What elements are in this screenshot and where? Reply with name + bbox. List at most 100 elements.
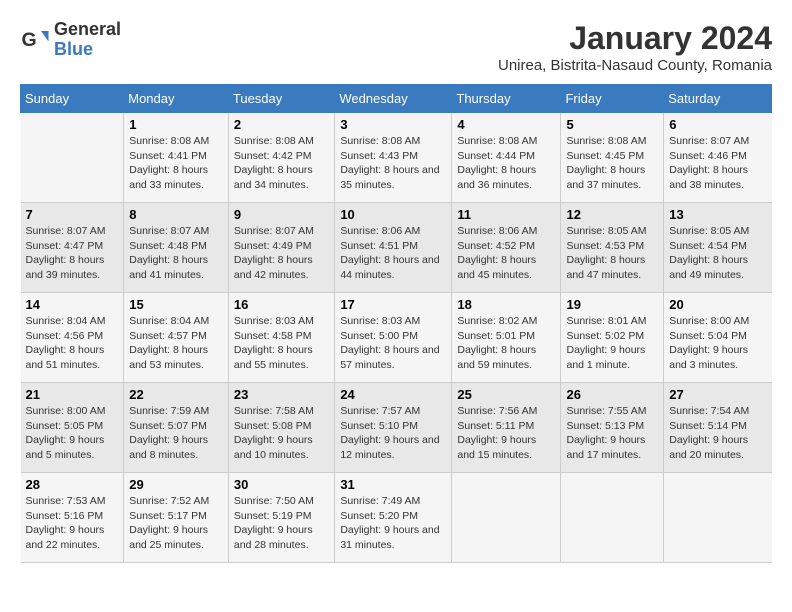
- day-number: 22: [129, 387, 223, 402]
- logo-line1: General: [54, 20, 121, 40]
- day-number: 23: [234, 387, 329, 402]
- day-number: 28: [26, 477, 119, 492]
- calendar-cell: 4Sunrise: 8:08 AMSunset: 4:44 PMDaylight…: [452, 113, 561, 203]
- calendar-cell: 6 Sunrise: 8:07 AMSunset: 4:46 PMDaylight…: [664, 113, 772, 203]
- day-info: Sunrise: 8:07 AMSunset: 4:48 PMDaylight:…: [129, 224, 223, 283]
- weekday-header-friday: Friday: [561, 85, 664, 113]
- weekday-header-sunday: Sunday: [21, 85, 124, 113]
- day-info: Sunrise: 7:53 AMSunset: 5:16 PMDaylight:…: [26, 494, 119, 553]
- logo: G General Blue: [20, 20, 121, 60]
- calendar-cell: 22 Sunrise: 7:59 AMSunset: 5:07 PMDayligh…: [124, 383, 229, 473]
- day-info: Sunrise: 8:08 AMSunset: 4:41 PMDaylight:…: [129, 134, 223, 193]
- month-title: January 2024: [498, 20, 772, 57]
- calendar-cell: 23Sunrise: 7:58 AMSunset: 5:08 PMDayligh…: [228, 383, 334, 473]
- day-number: 9: [234, 207, 329, 222]
- logo-icon: G: [20, 25, 50, 55]
- svg-text:G: G: [22, 29, 37, 51]
- page-header: G General Blue January 2024 Unirea, Bist…: [20, 20, 772, 74]
- day-number: 20: [669, 297, 766, 312]
- day-info: Sunrise: 8:03 AMSunset: 4:58 PMDaylight:…: [234, 314, 329, 373]
- day-number: 19: [566, 297, 658, 312]
- day-info: Sunrise: 8:02 AMSunset: 5:01 PMDaylight:…: [457, 314, 555, 373]
- calendar-week-row: 21Sunrise: 8:00 AMSunset: 5:05 PMDayligh…: [21, 383, 772, 473]
- calendar-cell: 17Sunrise: 8:03 AMSunset: 5:00 PMDayligh…: [335, 293, 452, 383]
- weekday-header-thursday: Thursday: [452, 85, 561, 113]
- day-info: Sunrise: 7:57 AMSunset: 5:10 PMDaylight:…: [340, 404, 446, 463]
- calendar-cell: 13Sunrise: 8:05 AMSunset: 4:54 PMDayligh…: [664, 203, 772, 293]
- calendar-week-row: 28 Sunrise: 7:53 AMSunset: 5:16 PMDayligh…: [21, 473, 772, 563]
- day-info: Sunrise: 7:52 AMSunset: 5:17 PMDaylight:…: [129, 494, 223, 553]
- day-info: Sunrise: 7:50 AMSunset: 5:19 PMDaylight:…: [234, 494, 329, 553]
- day-info: Sunrise: 8:05 AMSunset: 4:53 PMDaylight:…: [566, 224, 658, 283]
- weekday-header-wednesday: Wednesday: [335, 85, 452, 113]
- day-info: Sunrise: 8:07 AMSunset: 4:49 PMDaylight:…: [234, 224, 329, 283]
- day-number: 3: [340, 117, 446, 132]
- day-number: 12: [566, 207, 658, 222]
- calendar-cell: 31Sunrise: 7:49 AMSunset: 5:20 PMDayligh…: [335, 473, 452, 563]
- day-number: 10: [340, 207, 446, 222]
- location-title: Unirea, Bistrita-Nasaud County, Romania: [498, 57, 772, 74]
- day-number: 2: [234, 117, 329, 132]
- calendar-cell: [452, 473, 561, 563]
- day-number: 31: [340, 477, 446, 492]
- calendar-cell: 11Sunrise: 8:06 AMSunset: 4:52 PMDayligh…: [452, 203, 561, 293]
- day-number: 29: [129, 477, 223, 492]
- calendar-cell: 18 Sunrise: 8:02 AMSunset: 5:01 PMDayligh…: [452, 293, 561, 383]
- calendar-cell: 26Sunrise: 7:55 AMSunset: 5:13 PMDayligh…: [561, 383, 664, 473]
- day-number: 11: [457, 207, 555, 222]
- day-number: 5: [566, 117, 658, 132]
- calendar-cell: 20 Sunrise: 8:00 AMSunset: 5:04 PMDayligh…: [664, 293, 772, 383]
- day-info: Sunrise: 8:05 AMSunset: 4:54 PMDaylight:…: [669, 224, 766, 283]
- logo-text: General Blue: [54, 20, 121, 60]
- day-info: Sunrise: 8:03 AMSunset: 5:00 PMDaylight:…: [340, 314, 446, 373]
- calendar-cell: 16 Sunrise: 8:03 AMSunset: 4:58 PMDayligh…: [228, 293, 334, 383]
- weekday-header-row: SundayMondayTuesdayWednesdayThursdayFrid…: [21, 85, 772, 113]
- calendar-cell: 1 Sunrise: 8:08 AMSunset: 4:41 PMDaylight…: [124, 113, 229, 203]
- calendar-week-row: 1 Sunrise: 8:08 AMSunset: 4:41 PMDaylight…: [21, 113, 772, 203]
- calendar-table: SundayMondayTuesdayWednesdayThursdayFrid…: [20, 84, 772, 563]
- day-info: Sunrise: 8:00 AMSunset: 5:04 PMDaylight:…: [669, 314, 766, 373]
- day-number: 14: [26, 297, 119, 312]
- day-info: Sunrise: 8:04 AMSunset: 4:57 PMDaylight:…: [129, 314, 223, 373]
- day-number: 26: [566, 387, 658, 402]
- calendar-week-row: 7Sunrise: 8:07 AMSunset: 4:47 PMDaylight…: [21, 203, 772, 293]
- day-number: 27: [669, 387, 766, 402]
- weekday-header-monday: Monday: [124, 85, 229, 113]
- calendar-cell: 10 Sunrise: 8:06 AMSunset: 4:51 PMDayligh…: [335, 203, 452, 293]
- calendar-cell: 15 Sunrise: 8:04 AMSunset: 4:57 PMDayligh…: [124, 293, 229, 383]
- day-number: 15: [129, 297, 223, 312]
- calendar-cell: 29 Sunrise: 7:52 AMSunset: 5:17 PMDayligh…: [124, 473, 229, 563]
- calendar-cell: 27 Sunrise: 7:54 AMSunset: 5:14 PMDayligh…: [664, 383, 772, 473]
- calendar-cell: 3Sunrise: 8:08 AMSunset: 4:43 PMDaylight…: [335, 113, 452, 203]
- day-number: 1: [129, 117, 223, 132]
- title-area: January 2024 Unirea, Bistrita-Nasaud Cou…: [498, 20, 772, 74]
- calendar-cell: 25Sunrise: 7:56 AMSunset: 5:11 PMDayligh…: [452, 383, 561, 473]
- calendar-cell: [664, 473, 772, 563]
- day-info: Sunrise: 8:07 AMSunset: 4:46 PMDaylight:…: [669, 134, 766, 193]
- day-info: Sunrise: 7:59 AMSunset: 5:07 PMDaylight:…: [129, 404, 223, 463]
- calendar-cell: 14 Sunrise: 8:04 AMSunset: 4:56 PMDayligh…: [21, 293, 124, 383]
- day-info: Sunrise: 8:08 AMSunset: 4:44 PMDaylight:…: [457, 134, 555, 193]
- day-info: Sunrise: 8:08 AMSunset: 4:45 PMDaylight:…: [566, 134, 658, 193]
- day-info: Sunrise: 8:04 AMSunset: 4:56 PMDaylight:…: [26, 314, 119, 373]
- day-info: Sunrise: 8:01 AMSunset: 5:02 PMDaylight:…: [566, 314, 658, 373]
- calendar-cell: 19 Sunrise: 8:01 AMSunset: 5:02 PMDayligh…: [561, 293, 664, 383]
- calendar-cell: 2Sunrise: 8:08 AMSunset: 4:42 PMDaylight…: [228, 113, 334, 203]
- weekday-header-tuesday: Tuesday: [228, 85, 334, 113]
- calendar-cell: 12 Sunrise: 8:05 AMSunset: 4:53 PMDayligh…: [561, 203, 664, 293]
- calendar-cell: 5 Sunrise: 8:08 AMSunset: 4:45 PMDaylight…: [561, 113, 664, 203]
- day-info: Sunrise: 8:06 AMSunset: 4:51 PMDaylight:…: [340, 224, 446, 283]
- day-number: 16: [234, 297, 329, 312]
- day-number: 18: [457, 297, 555, 312]
- calendar-cell: 28 Sunrise: 7:53 AMSunset: 5:16 PMDayligh…: [21, 473, 124, 563]
- day-number: 6: [669, 117, 766, 132]
- day-number: 30: [234, 477, 329, 492]
- calendar-week-row: 14 Sunrise: 8:04 AMSunset: 4:56 PMDayligh…: [21, 293, 772, 383]
- calendar-cell: 8Sunrise: 8:07 AMSunset: 4:48 PMDaylight…: [124, 203, 229, 293]
- calendar-cell: 21Sunrise: 8:00 AMSunset: 5:05 PMDayligh…: [21, 383, 124, 473]
- calendar-cell: 9 Sunrise: 8:07 AMSunset: 4:49 PMDaylight…: [228, 203, 334, 293]
- day-info: Sunrise: 7:54 AMSunset: 5:14 PMDaylight:…: [669, 404, 766, 463]
- day-number: 21: [26, 387, 119, 402]
- calendar-cell: [561, 473, 664, 563]
- calendar-cell: 7Sunrise: 8:07 AMSunset: 4:47 PMDaylight…: [21, 203, 124, 293]
